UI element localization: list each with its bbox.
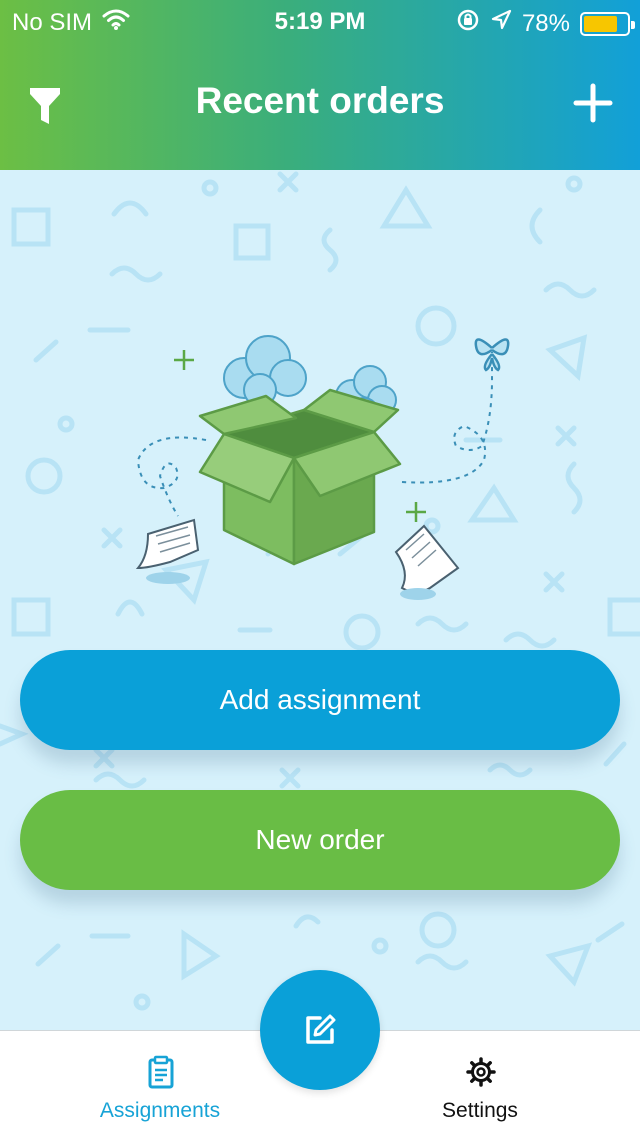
- compose-button[interactable]: [260, 970, 380, 1090]
- battery-level: [584, 15, 617, 32]
- page-title: Recent orders: [195, 80, 445, 121]
- battery-icon: [580, 11, 635, 36]
- clipboard-icon: [148, 1055, 174, 1089]
- navigation-bar: Recent orders: [0, 60, 640, 144]
- new-order-button[interactable]: New order: [20, 790, 620, 890]
- add-order-button[interactable]: [570, 80, 616, 126]
- gear-icon: [466, 1057, 496, 1087]
- header: No SIM 5:19 PM 78% Recent orders: [0, 0, 640, 170]
- tab-label-settings: Settings: [442, 1099, 518, 1122]
- tab-settings[interactable]: Settings: [380, 1031, 580, 1136]
- tab-label-assignments: Assignments: [99, 1099, 221, 1122]
- location-arrow-icon: [490, 9, 512, 38]
- open-box-illustration: [135, 335, 510, 600]
- battery-percent: 78%: [521, 9, 570, 37]
- edit-icon: [306, 1014, 336, 1044]
- add-assignment-button[interactable]: Add assignment: [20, 650, 620, 750]
- tab-assignments[interactable]: Assignments: [60, 1031, 260, 1136]
- rotation-lock-icon: [456, 8, 480, 39]
- plus-icon: [573, 83, 613, 123]
- status-bar: No SIM 5:19 PM 78%: [0, 0, 640, 40]
- main-content: Add assignment New order: [0, 170, 640, 1030]
